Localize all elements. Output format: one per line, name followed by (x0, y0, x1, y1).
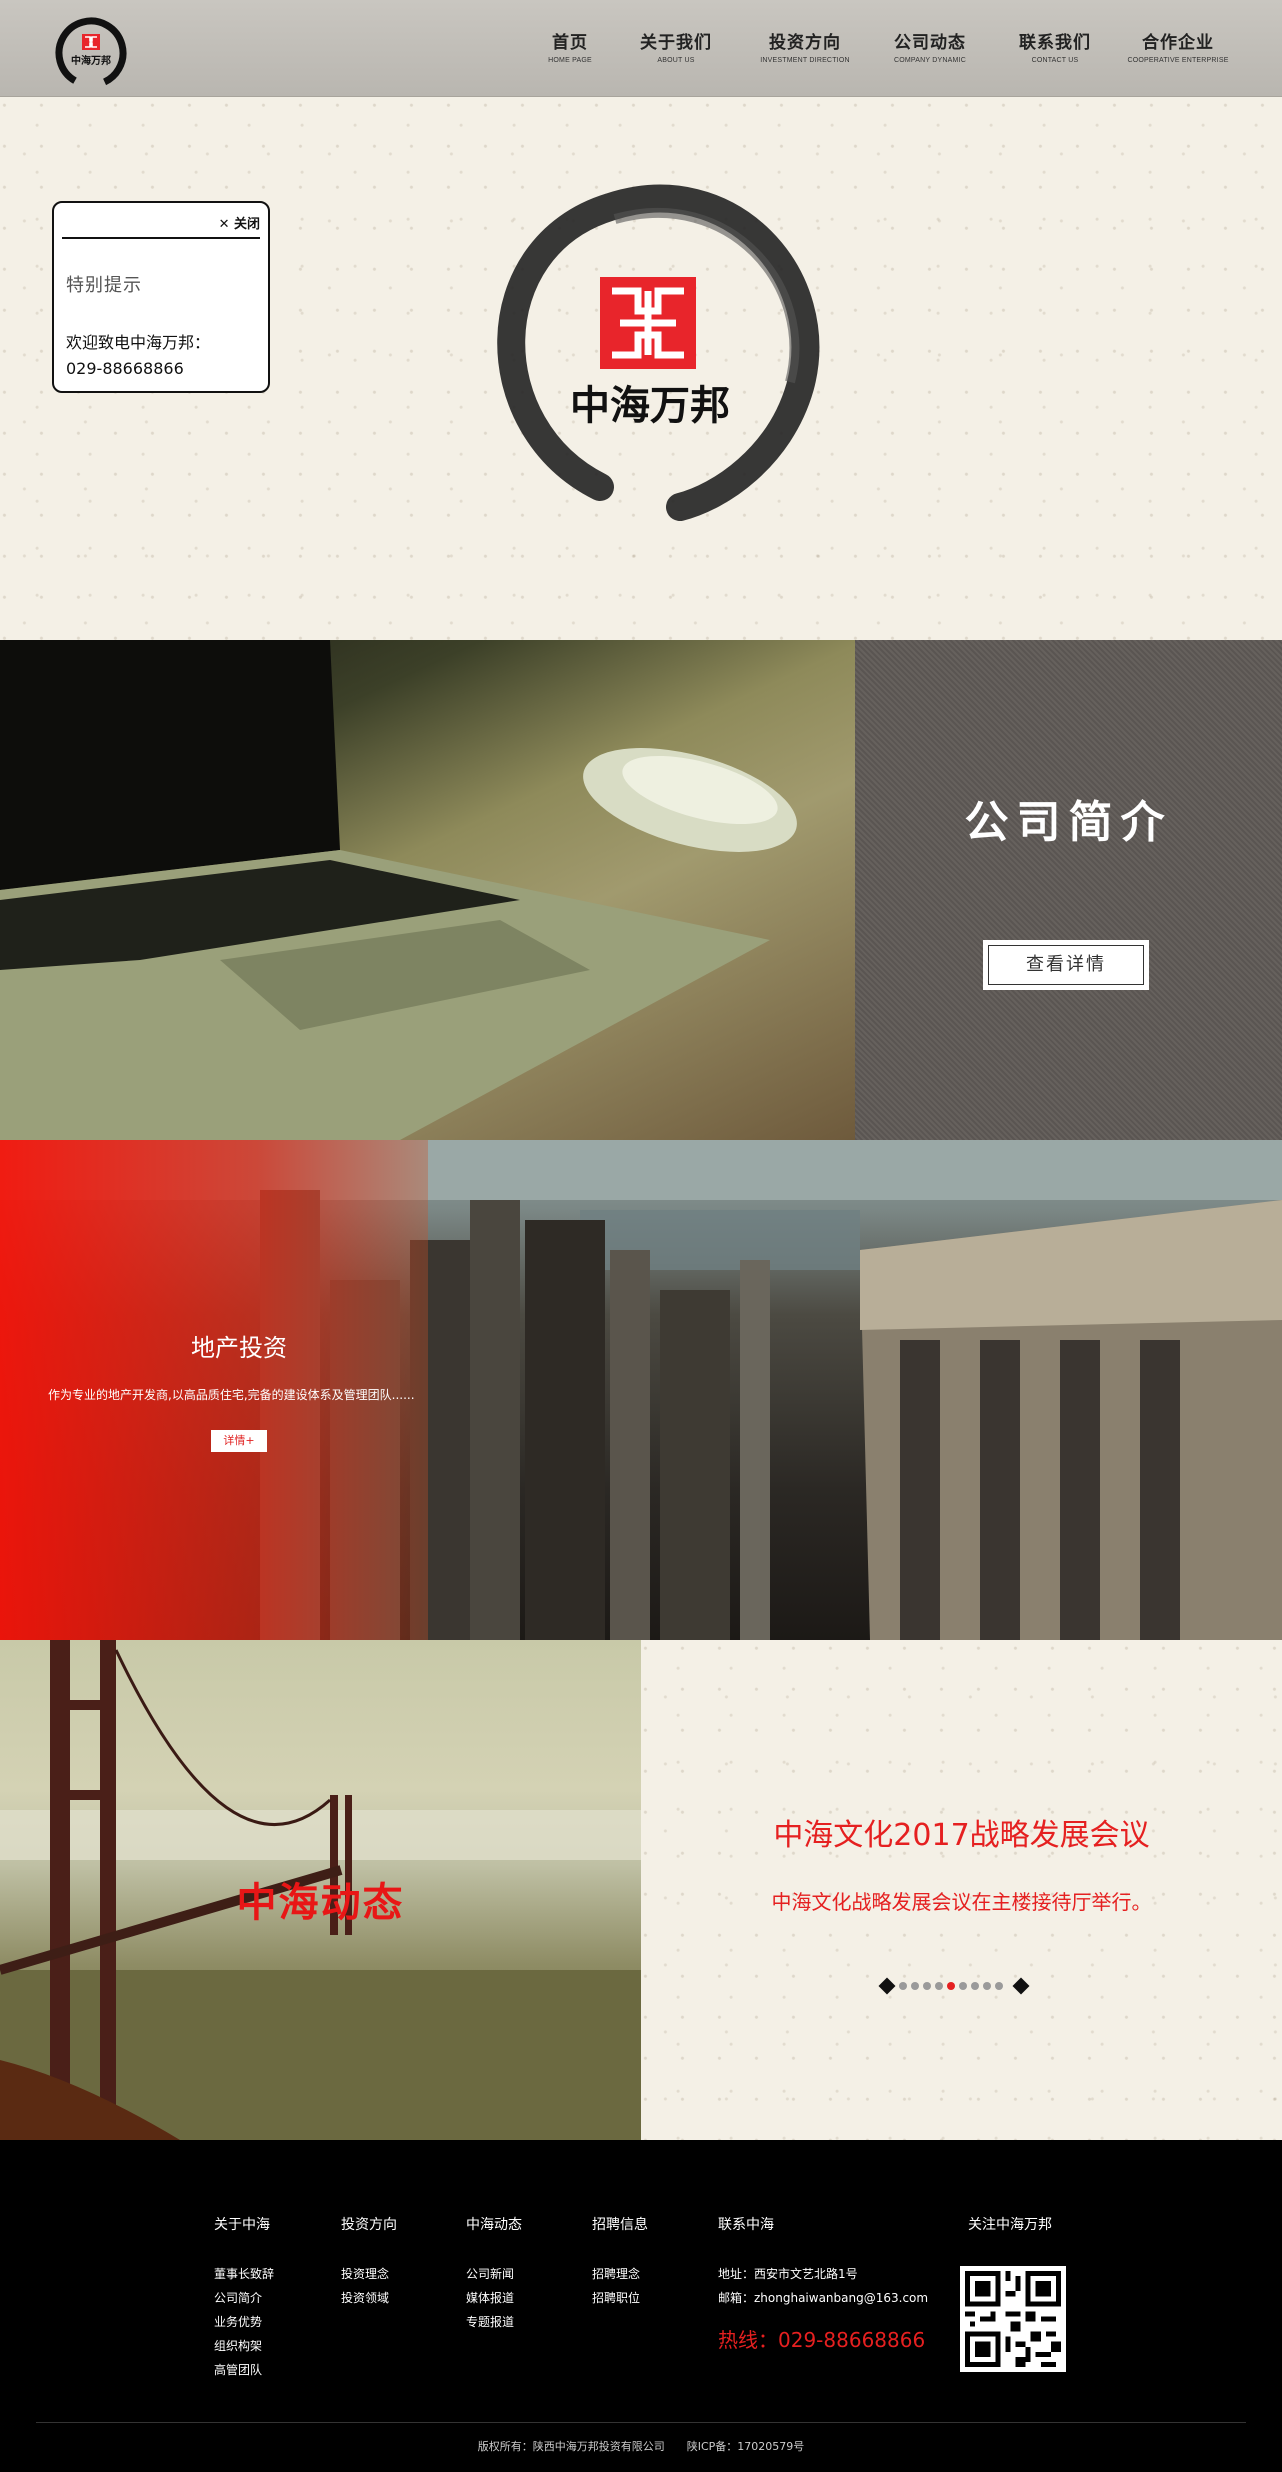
intro-panel: 公司简介 查看详情 (855, 640, 1282, 1140)
carousel-dot[interactable] (935, 1982, 943, 1990)
nav-about-label: 关于我们 (640, 33, 712, 53)
footer-divider (36, 2422, 1246, 2423)
footer-link[interactable]: 投资理念 (341, 2262, 397, 2286)
footer-link[interactable]: 业务优势 (214, 2310, 274, 2334)
nav-dynamic-sub: COMPANY DYNAMIC (894, 57, 966, 64)
carousel-dot[interactable] (983, 1982, 991, 1990)
news-section: 中海动态 中海文化2017战略发展会议 中海文化战略发展会议在主楼接待厅举行。 (0, 1640, 1282, 2140)
hero-logo: 中海万邦 (497, 184, 820, 521)
nav-about[interactable]: 关于我们 ABOUT US (636, 28, 716, 64)
footer-address: 地址：西安市文艺北路1号 (718, 2267, 858, 2281)
footer-heading: 联系中海 (718, 2217, 774, 2233)
estate-description: 作为专业的地产开发商,以高品质住宅,完备的建设体系及管理团队...... (48, 1388, 415, 1402)
footer-col-jobs: 招聘信息 招聘理念 招聘职位 (592, 2214, 648, 2310)
carousel-dot[interactable] (923, 1982, 931, 1990)
laptop-photo (0, 640, 855, 1140)
nav-partners-label: 合作企业 (1142, 33, 1214, 53)
bridge-photo: 中海动态 (0, 1640, 641, 2140)
footer-link[interactable]: 媒体报道 (466, 2286, 522, 2310)
logo[interactable]: 中海万邦 (50, 12, 132, 94)
carousel-dot-active[interactable] (947, 1982, 955, 1990)
footer-col-investment: 投资方向 投资理念 投资领域 (341, 2214, 397, 2310)
nav-home-label: 首页 (552, 33, 588, 53)
footer-hotline: 热线：029-88668866 (718, 2328, 926, 2352)
news-description: 中海文化战略发展会议在主楼接待厅举行。 (771, 1890, 1152, 1914)
footer-heading: 中海动态 (466, 2217, 522, 2233)
footer-link[interactable]: 公司简介 (214, 2286, 274, 2310)
footer-email[interactable]: 邮箱：zhonghaiwanbang@163.com (718, 2286, 928, 2310)
footer-heading: 关注中海万邦 (968, 2217, 1052, 2233)
carousel-pagination (878, 1977, 1041, 1995)
nav-investment-label: 投资方向 (769, 33, 841, 53)
footer-link[interactable]: 招聘职位 (592, 2286, 648, 2310)
footer-col-contact: 联系中海 地址：西安市文艺北路1号 邮箱：zhonghaiwanbang@163… (718, 2214, 928, 2353)
popup-divider (62, 237, 260, 239)
footer-col-follow: 关注中海万邦 (968, 2214, 1052, 2262)
footer-link[interactable]: 董事长致辞 (214, 2262, 274, 2286)
estate-title: 地产投资 (191, 1334, 287, 1362)
footer-link[interactable]: 组织构架 (214, 2334, 274, 2358)
carousel-dot[interactable] (995, 1982, 1003, 1990)
news-title[interactable]: 中海文化2017战略发展会议 (641, 1810, 1282, 1854)
intro-title: 公司简介 (964, 797, 1173, 848)
footer-link[interactable]: 专题报道 (466, 2310, 522, 2334)
nav-contact[interactable]: 联系我们 CONTACT US (1005, 28, 1105, 64)
notice-popup: ✕ 关闭 特别提示 欢迎致电中海万邦： 029-88668866 (52, 201, 270, 393)
laptop-illustration (0, 640, 797, 1140)
carousel-next-arrow[interactable] (1012, 1977, 1030, 1995)
footer-link[interactable]: 高管团队 (214, 2358, 274, 2382)
logo-text: 中海万邦 (71, 54, 111, 67)
popup-phone: 029-88668866 (66, 359, 184, 378)
footer-col-news: 中海动态 公司新闻 媒体报道 专题报道 (466, 2214, 522, 2334)
nav-home-sub: HOME PAGE (548, 57, 592, 64)
nav-about-sub: ABOUT US (657, 57, 695, 64)
footer-heading: 投资方向 (341, 2217, 397, 2233)
site-footer: 关于中海 董事长致辞 公司简介 业务优势 组织构架 高管团队 投资方向 投资理念… (0, 2140, 1282, 2472)
news-panel: 中海文化2017战略发展会议 中海文化战略发展会议在主楼接待厅举行。 (641, 1640, 1282, 2140)
footer-col-about: 关于中海 董事长致辞 公司简介 业务优势 组织构架 高管团队 (214, 2214, 274, 2382)
nav-investment-sub: INVESTMENT DIRECTION (760, 57, 850, 64)
news-label: 中海动态 (236, 1880, 405, 1926)
hero-logo-text: 中海万邦 (570, 383, 730, 429)
main-nav: 首页 HOME PAGE 关于我们 ABOUT US 投资方向 INVESTME… (540, 28, 1240, 68)
footer-link[interactable]: 招聘理念 (592, 2262, 648, 2286)
footer-link[interactable]: 公司新闻 (466, 2262, 522, 2286)
nav-home[interactable]: 首页 HOME PAGE (540, 28, 600, 64)
carousel-dot[interactable] (959, 1982, 967, 1990)
carousel-dot[interactable] (971, 1982, 979, 1990)
popup-title: 特别提示 (66, 275, 142, 296)
hero-banner: 中海万邦 ✕ 关闭 特别提示 欢迎致电中海万邦： 029-88668866 (0, 97, 1282, 640)
nav-contact-label: 联系我们 (1019, 33, 1091, 53)
popup-text: 欢迎致电中海万邦： (66, 333, 211, 352)
carousel-dot[interactable] (911, 1982, 919, 1990)
site-header: 中海万邦 首页 HOME PAGE 关于我们 ABOUT US 投资方向 INV… (0, 0, 1282, 97)
nav-dynamic[interactable]: 公司动态 COMPANY DYNAMIC (880, 28, 980, 64)
estate-details-button[interactable]: 详情+ (211, 1430, 267, 1452)
view-details-button[interactable]: 查看详情 (983, 940, 1149, 990)
nav-dynamic-label: 公司动态 (894, 33, 966, 53)
footer-heading: 关于中海 (214, 2217, 270, 2233)
carousel-prev-arrow[interactable] (878, 1977, 896, 1995)
real-estate-section: 地产投资 作为专业的地产开发商,以高品质住宅,完备的建设体系及管理团队.....… (0, 1140, 1282, 1640)
company-intro-section: 公司简介 查看详情 (0, 640, 1282, 1140)
copyright: 版权所有：陕西中海万邦投资有限公司 陕ICP备：17020579号 (477, 2440, 805, 2453)
nav-investment[interactable]: 投资方向 INVESTMENT DIRECTION (750, 28, 860, 64)
nav-partners-sub: COOPERATIVE ENTERPRISE (1127, 57, 1229, 64)
qr-code-icon (960, 2266, 1066, 2372)
footer-heading: 招聘信息 (592, 2217, 648, 2233)
footer-link[interactable]: 投资领域 (341, 2286, 397, 2310)
nav-partners[interactable]: 合作企业 COOPERATIVE ENTERPRISE (1116, 28, 1240, 64)
carousel-dot[interactable] (899, 1982, 907, 1990)
popup-close-button[interactable]: ✕ 关闭 (219, 213, 260, 232)
nav-contact-sub: CONTACT US (1031, 57, 1079, 64)
